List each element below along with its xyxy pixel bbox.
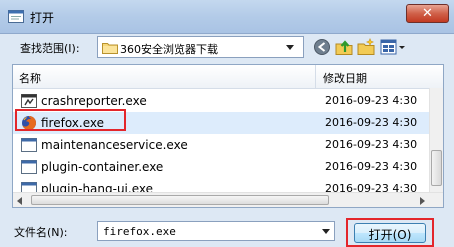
file-name: crashreporter.exe: [41, 94, 147, 108]
file-date: 2016-09-23 4:30: [325, 94, 418, 107]
file-date: 2016-09-23 4:30: [325, 182, 418, 192]
list-item[interactable]: plugin-hang-ui.exe 2016-09-23 4:30: [13, 178, 429, 192]
back-icon[interactable]: [312, 37, 332, 57]
file-name: plugin-hang-ui.exe: [41, 182, 153, 192]
column-header: 名称 修改日期: [13, 65, 443, 89]
look-in-combobox[interactable]: 360安全浏览器下载: [97, 36, 304, 58]
chevron-down-icon[interactable]: [286, 45, 294, 50]
file-date: 2016-09-23 4:30: [325, 160, 418, 173]
file-name: maintenanceservice.exe: [41, 138, 188, 152]
chevron-down-icon[interactable]: [322, 229, 330, 234]
file-name-field[interactable]: firefox.exe: [97, 221, 335, 241]
file-list[interactable]: 名称 修改日期 crashreporter.exe 2016-09-23 4:3…: [12, 64, 444, 208]
close-icon: ✕: [422, 6, 433, 21]
exe-icon: [21, 182, 37, 192]
look-in-value: 360安全浏览器下载: [120, 43, 218, 56]
window-title: 打开: [30, 11, 55, 25]
crash-exe-icon: [21, 94, 37, 108]
open-button-label: 打开(O): [368, 228, 412, 242]
scroll-left-icon[interactable]: [17, 197, 22, 205]
view-menu-icon[interactable]: [379, 37, 407, 57]
list-item[interactable]: maintenanceservice.exe 2016-09-23 4:30: [13, 134, 429, 156]
title-bar: 打开 ✕: [0, 0, 454, 34]
app-window-icon: [8, 10, 24, 23]
file-date: 2016-09-23 4:30: [325, 138, 418, 151]
up-folder-icon[interactable]: [334, 37, 354, 57]
file-date: 2016-09-23 4:30: [325, 116, 418, 129]
column-divider[interactable]: [315, 65, 316, 88]
close-button[interactable]: ✕: [406, 4, 449, 23]
look-in-label: 查找范围(I):: [20, 42, 80, 55]
column-header-date[interactable]: 修改日期: [323, 70, 367, 86]
horizontal-scroll-thumb[interactable]: [31, 195, 329, 205]
column-header-name[interactable]: 名称: [19, 70, 41, 86]
exe-icon: [21, 138, 37, 152]
file-name-label: 文件名(N):: [14, 226, 68, 239]
file-name-value: firefox.exe: [103, 225, 176, 238]
list-item[interactable]: plugin-container.exe 2016-09-23 4:30: [13, 156, 429, 178]
vertical-scroll-thumb[interactable]: [431, 150, 442, 186]
open-button[interactable]: 打开(O): [354, 223, 426, 243]
folder-icon: [102, 43, 118, 54]
new-folder-icon[interactable]: [356, 37, 376, 57]
vertical-scrollbar[interactable]: [429, 88, 443, 192]
highlight-box-file: [15, 109, 126, 131]
scroll-right-icon[interactable]: [420, 197, 425, 205]
horizontal-scrollbar[interactable]: [13, 192, 443, 207]
exe-icon: [21, 160, 37, 174]
file-name: plugin-container.exe: [41, 160, 164, 174]
